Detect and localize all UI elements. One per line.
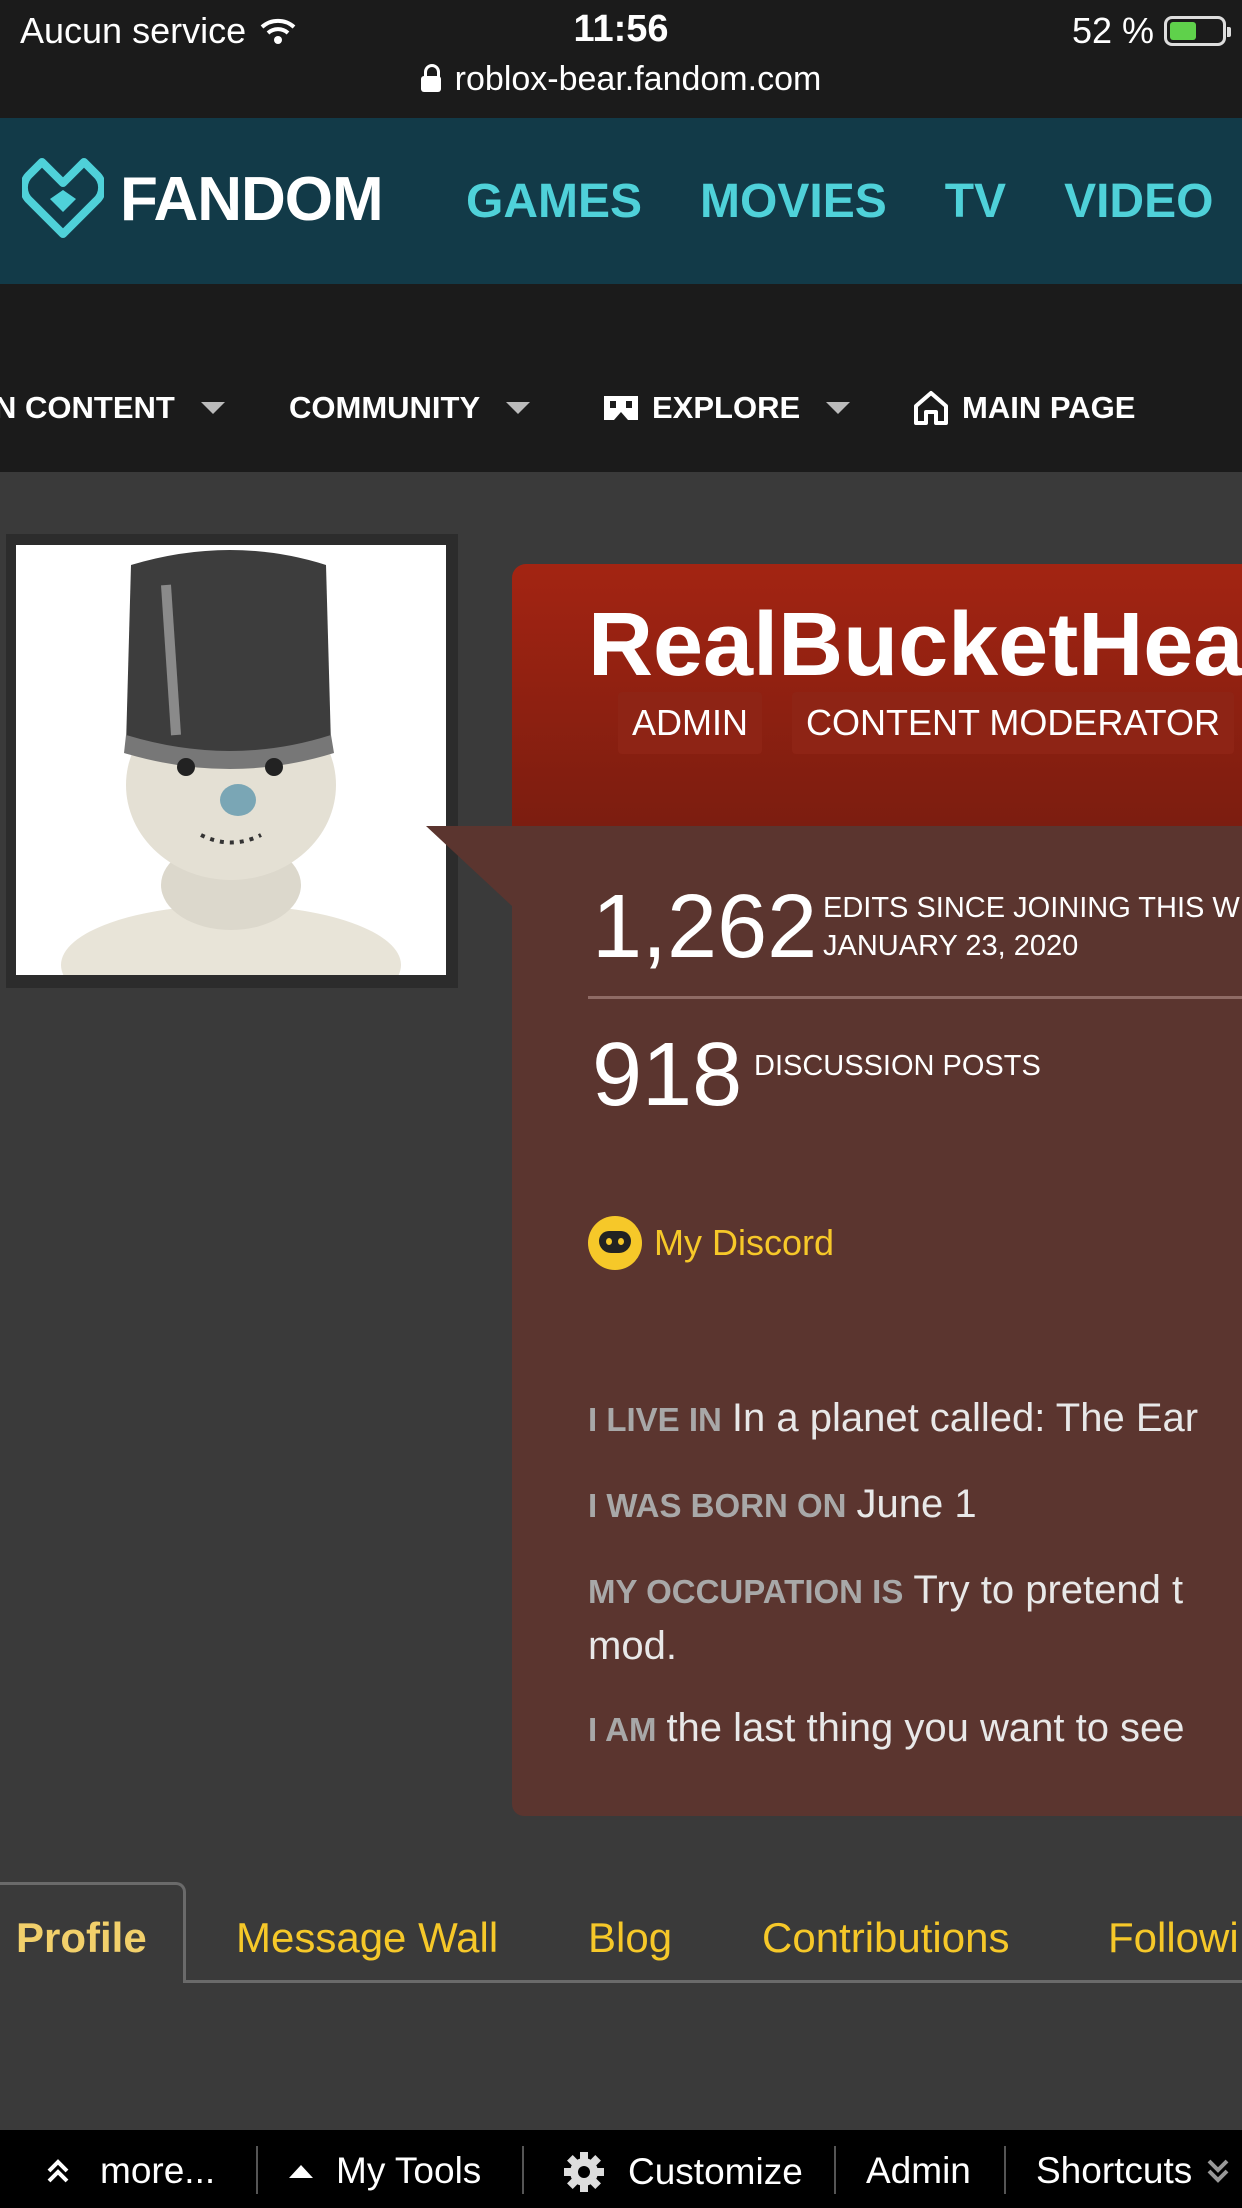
discord-icon (588, 1216, 642, 1270)
tab-message-wall[interactable]: Message Wall (236, 1914, 498, 1962)
toolbar-shortcuts[interactable]: Shortcuts (1036, 2150, 1230, 2192)
wiki-nav-explore-label: EXPLORE (652, 390, 801, 425)
edit-count: 1,262 (592, 877, 818, 977)
tabs-underline (0, 1980, 1242, 1983)
nav-games[interactable]: GAMES (466, 174, 642, 229)
tab-contributions[interactable]: Contributions (762, 1914, 1009, 1962)
birthday-value: June 1 (856, 1482, 977, 1526)
about-value: the last thing you want to see (666, 1706, 1185, 1750)
stats-divider (588, 996, 1242, 999)
address-bar[interactable]: roblox-bear.fandom.com (0, 60, 1242, 99)
content-moderator-badge: CONTENT MODERATOR (792, 692, 1235, 754)
about-field: I AM the last thing you want to see (588, 1706, 1185, 1751)
birthday-label: I WAS BORN ON (588, 1487, 847, 1524)
toolbar-customize-label: Customize (628, 2151, 803, 2192)
location-value: In a planet called: The Ear (731, 1396, 1199, 1440)
admin-badge: ADMIN (618, 692, 762, 754)
url-text[interactable]: roblox-bear.fandom.com (455, 60, 822, 99)
double-chevron-down-icon (1207, 2159, 1229, 2183)
battery-icon (1164, 16, 1231, 46)
wiki-nav-community-label: COMMUNITY (289, 390, 481, 425)
fandom-header: FANDOM GAMES MOVIES TV VIDEO (0, 118, 1242, 284)
about-label: I AM (588, 1711, 657, 1748)
join-date: JANUARY 23, 2020 (823, 930, 1079, 962)
edits-label: EDITS SINCE JOINING THIS W (823, 892, 1240, 924)
discord-link[interactable]: My Discord (588, 1216, 834, 1270)
fandom-logo[interactable]: FANDOM (22, 158, 384, 240)
discussion-posts-label: DISCUSSION POSTS (754, 1050, 1041, 1082)
home-icon (914, 391, 948, 425)
wiki-nav-content-label: N CONTENT (0, 390, 175, 425)
snowman-avatar-image (61, 550, 401, 975)
top-nav: GAMES MOVIES TV VIDEO (466, 174, 1213, 229)
battery-percent: 52 % (1071, 10, 1154, 51)
toolbar-shortcuts-label: Shortcuts (1036, 2150, 1193, 2191)
wiki-toolbar: more... My Tools Customize Admin Shortcu… (0, 2130, 1242, 2208)
toolbar-admin[interactable]: Admin (866, 2150, 971, 2192)
lock-icon (420, 63, 441, 92)
occupation-continued: mod. (588, 1624, 677, 1668)
wiki-nav-main-page[interactable]: MAIN PAGE (912, 390, 1135, 426)
chevron-down-icon (826, 402, 851, 414)
occupation-field: MY OCCUPATION IS Try to pretend t (588, 1568, 1183, 1613)
battery-status: 52 % (1071, 10, 1231, 52)
location-label: I LIVE IN (588, 1401, 722, 1438)
discord-link-label: My Discord (654, 1222, 835, 1263)
birthday-field: I WAS BORN ON June 1 (588, 1482, 977, 1527)
nav-video[interactable]: VIDEO (1064, 174, 1213, 229)
toolbar-separator (1004, 2146, 1006, 2194)
toolbar-more-label: more... (100, 2150, 216, 2191)
location-field: I LIVE IN In a planet called: The Ear (588, 1396, 1198, 1441)
wiki-nav: N CONTENT COMMUNITY EXPLORE MAIN PAGE (0, 284, 1242, 472)
wiki-nav-community[interactable]: COMMUNITY (289, 390, 531, 426)
explore-icon (604, 396, 638, 420)
tab-blog[interactable]: Blog (588, 1914, 672, 1962)
chevron-down-icon (506, 402, 531, 414)
toolbar-customize[interactable]: Customize (562, 2150, 803, 2194)
discussion-post-count: 918 (592, 1025, 743, 1125)
wiki-nav-content[interactable]: N CONTENT (0, 390, 225, 426)
toolbar-more[interactable]: more... (44, 2150, 215, 2192)
status-bar: Aucun service 11:56 52 % roblox-bear.fan… (0, 0, 1242, 118)
double-chevron-up-icon (47, 2159, 69, 2183)
toolbar-my-tools-label: My Tools (336, 2150, 482, 2191)
nav-movies[interactable]: MOVIES (700, 174, 887, 229)
toolbar-admin-label: Admin (866, 2150, 971, 2191)
clock: 11:56 (573, 8, 669, 50)
chevron-down-icon (200, 402, 225, 414)
avatar[interactable] (16, 545, 446, 975)
wiki-nav-explore[interactable]: EXPLORE (602, 390, 851, 426)
tab-following[interactable]: Followi (1108, 1914, 1239, 1962)
wiki-nav-main-page-label: MAIN PAGE (962, 390, 1136, 425)
card-pointer (426, 826, 512, 906)
toolbar-separator (256, 2146, 258, 2194)
username: RealBucketHea (588, 595, 1242, 695)
fandom-heart-icon (22, 158, 104, 238)
toolbar-separator (834, 2146, 836, 2194)
nav-tv[interactable]: TV (945, 174, 1006, 229)
occupation-value: Try to pretend t (913, 1568, 1184, 1612)
occupation-label: MY OCCUPATION IS (588, 1573, 904, 1610)
toolbar-my-tools[interactable]: My Tools (288, 2150, 481, 2192)
gear-icon (564, 2152, 604, 2192)
toolbar-separator (522, 2146, 524, 2194)
fandom-wordmark: FANDOM (120, 164, 384, 234)
tab-profile[interactable]: Profile (16, 1914, 147, 1962)
caret-up-icon (289, 2165, 313, 2178)
